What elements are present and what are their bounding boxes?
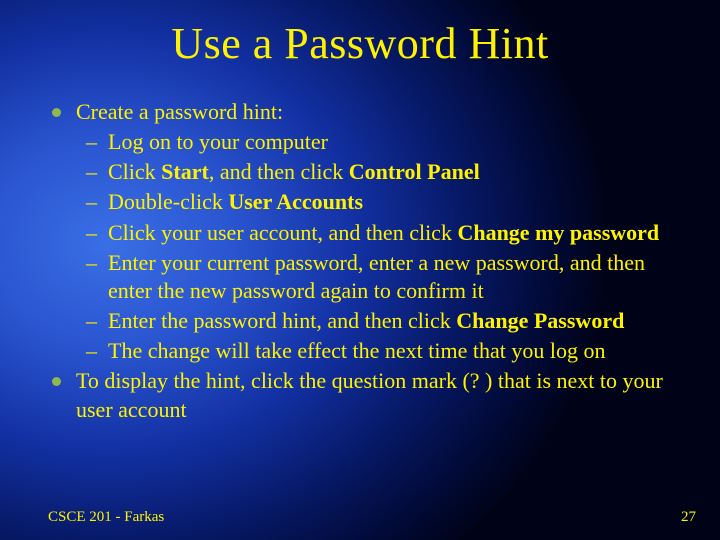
bullet-level2: Enter your current password, enter a new… — [48, 249, 680, 305]
bullet-text: Enter the password hint, and then click — [108, 308, 456, 333]
bullet-level2: Click Start, and then click Control Pane… — [48, 158, 680, 186]
bullet-text: The change will take effect the next tim… — [108, 338, 605, 363]
bullet-level2: Click your user account, and then click … — [48, 219, 680, 247]
bullet-text: Click your user account, and then click — [108, 220, 457, 245]
bold-text: Start — [161, 159, 209, 184]
bold-text: User Accounts — [228, 189, 363, 214]
bullet-level2: Enter the password hint, and then click … — [48, 307, 680, 335]
bold-text: Change my password — [457, 220, 659, 245]
bullet-text: Double-click — [108, 189, 228, 214]
bullet-text: Log on to your computer — [108, 129, 328, 154]
bold-text: Change Password — [456, 308, 624, 333]
bullet-text: Create a password hint: — [76, 99, 283, 124]
bold-text: Control Panel — [349, 159, 480, 184]
slide-title: Use a Password Hint — [0, 18, 720, 69]
bullet-level2: Log on to your computer — [48, 128, 680, 156]
slide-number: 27 — [681, 509, 696, 526]
bullet-text: Click — [108, 159, 161, 184]
bullet-text: To display the hint, click the question … — [76, 368, 663, 421]
bullet-text: Enter your current password, enter a new… — [108, 250, 645, 303]
bullet-level2: The change will take effect the next tim… — [48, 337, 680, 365]
bullet-text: , and then click — [209, 159, 349, 184]
bullet-level2: Double-click User Accounts — [48, 188, 680, 216]
bullet-level1: Create a password hint: — [48, 98, 680, 126]
bullet-level1: To display the hint, click the question … — [48, 367, 680, 423]
slide: Use a Password Hint Create a password hi… — [0, 0, 720, 540]
footer-left: CSCE 201 - Farkas — [48, 509, 164, 526]
slide-body: Create a password hint: Log on to your c… — [48, 98, 680, 426]
